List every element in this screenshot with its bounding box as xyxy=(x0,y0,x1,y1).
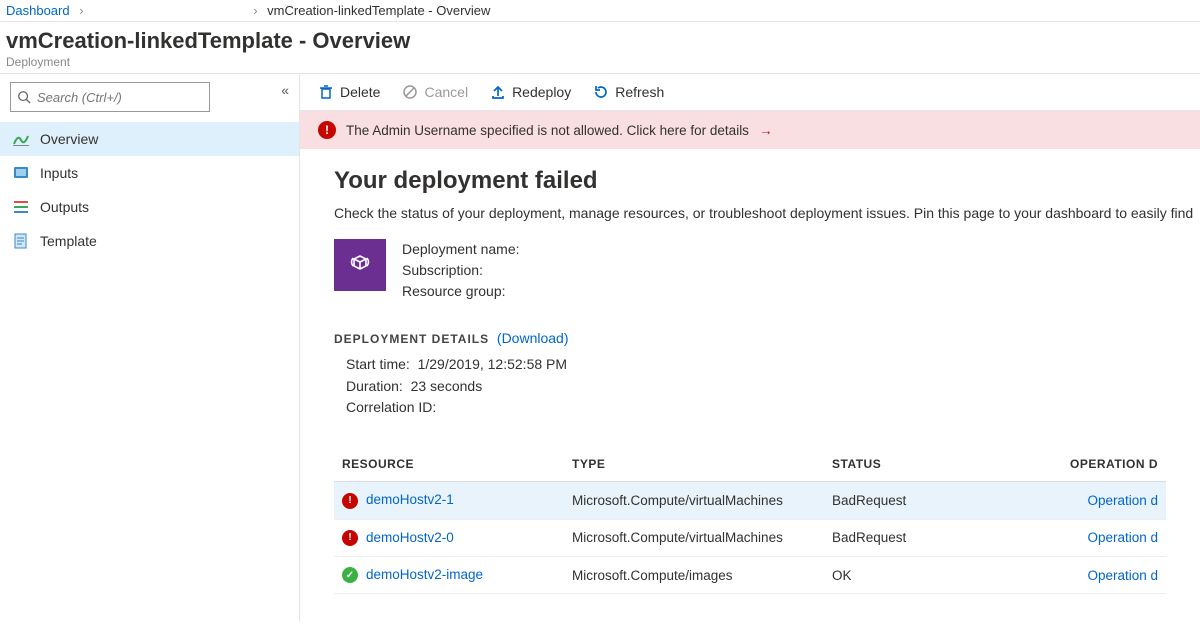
duration-label: Duration: xyxy=(346,378,403,394)
main-content: Delete Cancel Redeploy Refresh ! The Adm… xyxy=(300,74,1200,622)
collapse-sidebar-icon[interactable]: « xyxy=(281,82,289,98)
breadcrumb: Dashboard › › vmCreation-linkedTemplate … xyxy=(0,0,1200,22)
search-box[interactable] xyxy=(10,82,210,112)
refresh-icon xyxy=(593,84,609,100)
page-subtitle: Deployment xyxy=(6,55,1194,69)
inputs-icon xyxy=(12,164,30,182)
overview-description: Check the status of your deployment, man… xyxy=(334,205,1166,221)
duration-value: 23 seconds xyxy=(411,378,483,394)
resource-link[interactable]: demoHostv2-0 xyxy=(366,530,454,545)
deployment-icon xyxy=(334,239,386,291)
page-header: vmCreation-linkedTemplate - Overview Dep… xyxy=(0,22,1200,73)
start-time-label: Start time: xyxy=(346,356,410,372)
sidebar-item-label: Outputs xyxy=(40,199,89,215)
sidebar-item-label: Inputs xyxy=(40,165,78,181)
breadcrumb-root[interactable]: Dashboard xyxy=(6,3,70,18)
table-row[interactable]: ! demoHostv2-0 Microsoft.Compute/virtualM… xyxy=(334,519,1166,556)
type-cell: Microsoft.Compute/virtualMachines xyxy=(564,519,824,556)
delete-label: Delete xyxy=(340,84,380,100)
sidebar-item-label: Overview xyxy=(40,131,98,147)
template-icon xyxy=(12,232,30,250)
error-icon: ! xyxy=(318,121,336,139)
col-status[interactable]: STATUS xyxy=(824,447,1014,482)
type-cell: Microsoft.Compute/virtualMachines xyxy=(564,482,824,519)
download-link[interactable]: (Download) xyxy=(497,330,569,346)
page-title: vmCreation-linkedTemplate - Overview xyxy=(6,28,1194,54)
error-banner[interactable]: ! The Admin Username specified is not al… xyxy=(300,111,1200,149)
table-row[interactable]: ! demoHostv2-1 Microsoft.Compute/virtualM… xyxy=(334,482,1166,519)
deployment-name-label: Deployment name: xyxy=(402,239,520,260)
col-type[interactable]: TYPE xyxy=(564,447,824,482)
cancel-icon xyxy=(402,84,418,100)
col-operation[interactable]: OPERATION D xyxy=(1014,447,1166,482)
sidebar-item-label: Template xyxy=(40,233,97,249)
overview-heading: Your deployment failed xyxy=(334,167,1166,195)
resources-table: RESOURCE TYPE STATUS OPERATION D ! demoHo… xyxy=(334,447,1166,594)
error-icon: ! xyxy=(342,530,358,546)
redeploy-label: Redeploy xyxy=(512,84,571,100)
resource-link[interactable]: demoHostv2-image xyxy=(366,567,483,582)
subscription-label: Subscription: xyxy=(402,260,520,281)
start-time-value: 1/29/2019, 12:52:58 PM xyxy=(418,356,567,372)
error-banner-text: The Admin Username specified is not allo… xyxy=(346,123,749,138)
chevron-right-icon: › xyxy=(253,3,257,18)
trash-icon xyxy=(318,84,334,100)
operation-link[interactable]: Operation d xyxy=(1087,530,1158,545)
resource-link[interactable]: demoHostv2-1 xyxy=(366,492,454,507)
sidebar: « Overview Inputs Outputs xyxy=(0,74,300,622)
search-input[interactable] xyxy=(31,90,215,105)
sidebar-item-overview[interactable]: Overview xyxy=(0,122,299,156)
sidebar-item-inputs[interactable]: Inputs xyxy=(0,156,299,190)
search-icon xyxy=(17,90,31,104)
status-cell: BadRequest xyxy=(824,482,1014,519)
operation-link[interactable]: Operation d xyxy=(1087,568,1158,583)
col-resource[interactable]: RESOURCE xyxy=(334,447,564,482)
type-cell: Microsoft.Compute/images xyxy=(564,556,824,593)
redeploy-button[interactable]: Redeploy xyxy=(490,84,571,100)
cancel-button: Cancel xyxy=(402,84,468,100)
overview-icon xyxy=(12,130,30,148)
error-icon: ! xyxy=(342,493,358,509)
arrow-right-icon: → xyxy=(759,123,773,138)
toolbar: Delete Cancel Redeploy Refresh xyxy=(300,74,1200,111)
refresh-label: Refresh xyxy=(615,84,664,100)
delete-button[interactable]: Delete xyxy=(318,84,380,100)
outputs-icon xyxy=(12,198,30,216)
table-row[interactable]: ✓ demoHostv2-image Microsoft.Compute/imag… xyxy=(334,556,1166,593)
status-cell: OK xyxy=(824,556,1014,593)
operation-link[interactable]: Operation d xyxy=(1087,493,1158,508)
success-icon: ✓ xyxy=(342,567,358,583)
deployment-details-label: DEPLOYMENT DETAILS xyxy=(334,332,489,346)
redeploy-icon xyxy=(490,84,506,100)
deployment-detail-lines: Start time: 1/29/2019, 12:52:58 PM Durat… xyxy=(334,354,1166,419)
status-cell: BadRequest xyxy=(824,519,1014,556)
chevron-right-icon: › xyxy=(79,3,83,18)
resource-group-label: Resource group: xyxy=(402,281,520,302)
deployment-summary: Deployment name: Subscription: Resource … xyxy=(402,239,520,302)
refresh-button[interactable]: Refresh xyxy=(593,84,664,100)
cancel-label: Cancel xyxy=(424,84,468,100)
sidebar-item-outputs[interactable]: Outputs xyxy=(0,190,299,224)
breadcrumb-current: vmCreation-linkedTemplate - Overview xyxy=(267,3,490,18)
sidebar-item-template[interactable]: Template xyxy=(0,224,299,258)
correlation-id-label: Correlation ID: xyxy=(346,397,1166,419)
